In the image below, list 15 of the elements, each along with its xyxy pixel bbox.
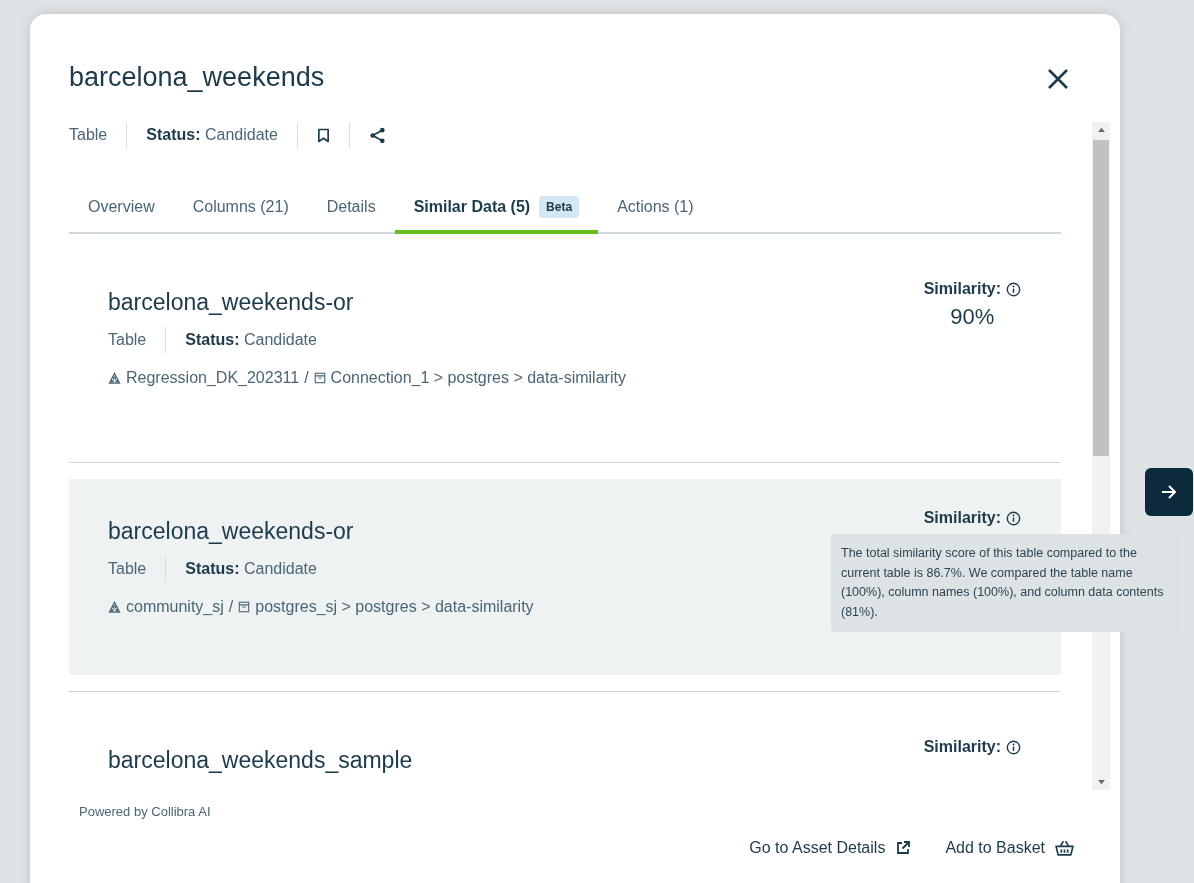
asset-type: Table	[108, 560, 147, 578]
asset-status: Status: Candidate	[185, 560, 317, 578]
beta-badge: Beta	[539, 196, 580, 218]
similarity-label: Similarity:	[923, 738, 1001, 756]
asset-type: Table	[108, 331, 147, 349]
asset-status: Status: Candidate	[185, 331, 317, 349]
dialog-title: barcelona_weekends	[69, 61, 325, 94]
path-separator: /	[228, 598, 234, 616]
path-separator: /	[304, 369, 309, 387]
asset-type: Table	[69, 126, 108, 144]
similarity-label: Similarity:	[923, 280, 1001, 298]
credit-text: Powered by Collibra AI	[79, 804, 212, 819]
asset-status: Status: Candidate	[146, 126, 278, 144]
similarity-label: Similarity:	[923, 509, 1001, 527]
similarity-score: 90%	[950, 304, 995, 330]
